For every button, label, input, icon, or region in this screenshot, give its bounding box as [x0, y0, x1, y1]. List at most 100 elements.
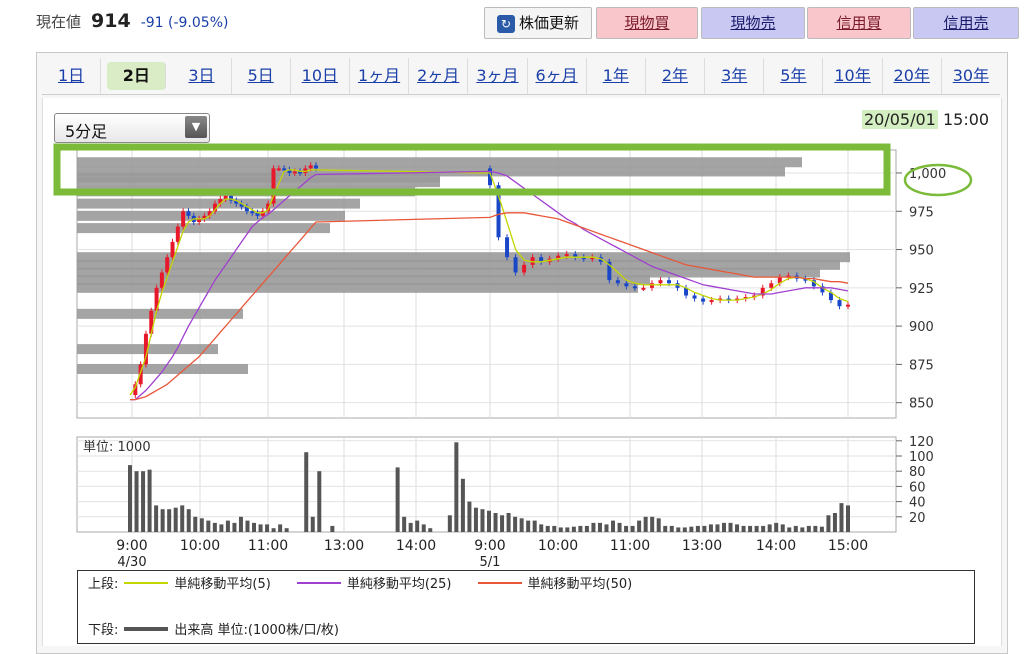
volume-bar-78 [637, 520, 642, 532]
price-ytick-label-4: 900 [909, 320, 934, 335]
legend-upper-label: 上段: [88, 577, 119, 592]
legend-swatch-sma5 [124, 581, 169, 584]
candle-body-53 [632, 286, 637, 289]
volume-bar-105 [813, 525, 818, 532]
volume-bar-66 [558, 527, 563, 532]
volume-profile-bar-15 [77, 363, 248, 374]
volume-bar-107 [826, 515, 831, 532]
volume-bar-23 [278, 524, 283, 532]
date-label-0: 4/30 [117, 555, 146, 570]
volume-bar-73 [604, 524, 609, 532]
date-label-1: 5/1 [480, 555, 501, 570]
xtick-label-4: 14:00 [396, 538, 436, 554]
legend-sma50: 単純移動平均(50) [527, 577, 633, 592]
volume-bar-24 [284, 528, 289, 532]
volume-bar-90 [715, 524, 720, 532]
volume-profile-bar-7 [77, 223, 330, 234]
volume-bar-101 [787, 527, 792, 532]
volume-bar-85 [682, 527, 687, 532]
volume-bar-91 [721, 522, 726, 532]
volume-bar-109 [839, 503, 844, 532]
volume-bar-27 [304, 452, 309, 532]
candle-body-8 [170, 241, 175, 258]
volume-bar-93 [735, 524, 740, 532]
candle-body-28 [276, 168, 281, 171]
xtick-label-6: 10:00 [538, 538, 578, 554]
volume-bar-108 [832, 513, 837, 532]
volume-bar-19 [252, 522, 257, 532]
candle-body-7 [165, 257, 170, 273]
price-ytick-label-3: 925 [909, 282, 934, 297]
xtick-label-3: 13:00 [324, 538, 364, 554]
volume-bar-72 [597, 522, 602, 532]
volume-bar-54 [480, 509, 485, 532]
volume-bar-20 [258, 524, 263, 532]
candle-body-52 [624, 283, 629, 287]
legend-swatch-volume [124, 626, 169, 631]
volume-bar-17 [238, 516, 243, 532]
candle-body-56 [658, 280, 663, 284]
volume-bar-15 [225, 520, 230, 532]
volume-bar-8 [180, 505, 185, 532]
volume-bar-92 [728, 522, 733, 532]
legend-volume: 出来高 単位:(1000株/口/枚) [174, 623, 339, 638]
volume-bar-98 [767, 524, 772, 532]
volume-profile-bar-0 [77, 157, 802, 168]
volume-bar-53 [473, 507, 478, 532]
volume-bar-88 [702, 525, 707, 532]
volume-bar-59 [513, 516, 518, 532]
price-chart-svg: 1,00097595092590087585012010080604020単位:… [53, 143, 973, 570]
xtick-label-10: 15:00 [828, 538, 868, 554]
volume-bar-51 [460, 478, 465, 532]
volume-bar-14 [219, 524, 224, 532]
candle-body-11 [186, 211, 191, 216]
volume-bar-103 [800, 527, 805, 532]
volume-bar-52 [467, 501, 472, 532]
candle-body-57 [667, 280, 671, 284]
legend-sma25: 単純移動平均(25) [346, 577, 452, 592]
xtick-label-7: 11:00 [610, 538, 650, 554]
volume-bar-31 [330, 525, 335, 532]
volume-bar-9 [186, 509, 191, 532]
volume-bar-58 [506, 513, 511, 532]
legend-lower-label: 下段: [88, 623, 119, 638]
candle-body-55 [649, 283, 654, 288]
volume-bar-29 [317, 471, 322, 532]
candle-body-78 [846, 304, 850, 307]
volume-bar-10 [193, 516, 198, 532]
candle-body-40 [522, 264, 527, 273]
volume-bar-69 [578, 525, 583, 532]
volume-bar-4 [154, 505, 159, 532]
xtick-label-2: 11:00 [248, 538, 288, 554]
volume-ytick-label-3: 60 [909, 480, 926, 495]
xtick-label-5: 9:00 [474, 538, 505, 554]
volume-ytick-label-5: 20 [909, 511, 926, 526]
volume-bar-62 [532, 520, 537, 532]
volume-bar-28 [310, 516, 315, 532]
volume-bar-76 [624, 525, 629, 532]
volume-bar-77 [630, 525, 635, 532]
legend-swatch-sma25 [296, 581, 341, 584]
price-ytick-label-5: 875 [909, 358, 934, 373]
volume-bar-57 [500, 515, 505, 532]
volume-bar-87 [695, 525, 700, 532]
volume-bar-64 [545, 525, 550, 532]
volume-bar-0 [128, 465, 132, 532]
price-ytick-label-6: 850 [909, 397, 934, 412]
xtick-label-0: 9:00 [116, 538, 147, 554]
volume-bar-80 [650, 516, 655, 532]
volume-bar-86 [689, 526, 694, 532]
volume-bar-44 [415, 520, 420, 532]
volume-profile-bar-3 [77, 177, 440, 188]
volume-bar-60 [519, 518, 524, 532]
candle-body-34 [308, 165, 313, 169]
volume-bar-6 [167, 509, 172, 532]
candle-body-51 [615, 280, 620, 284]
volume-bar-82 [663, 525, 668, 532]
candle-body-6 [159, 272, 164, 288]
candle-body-23 [250, 211, 255, 214]
volume-bar-81 [656, 518, 661, 532]
volume-ytick-label-4: 40 [909, 496, 926, 511]
price-ytick-label-2: 950 [909, 244, 934, 259]
volume-bar-70 [584, 525, 589, 532]
